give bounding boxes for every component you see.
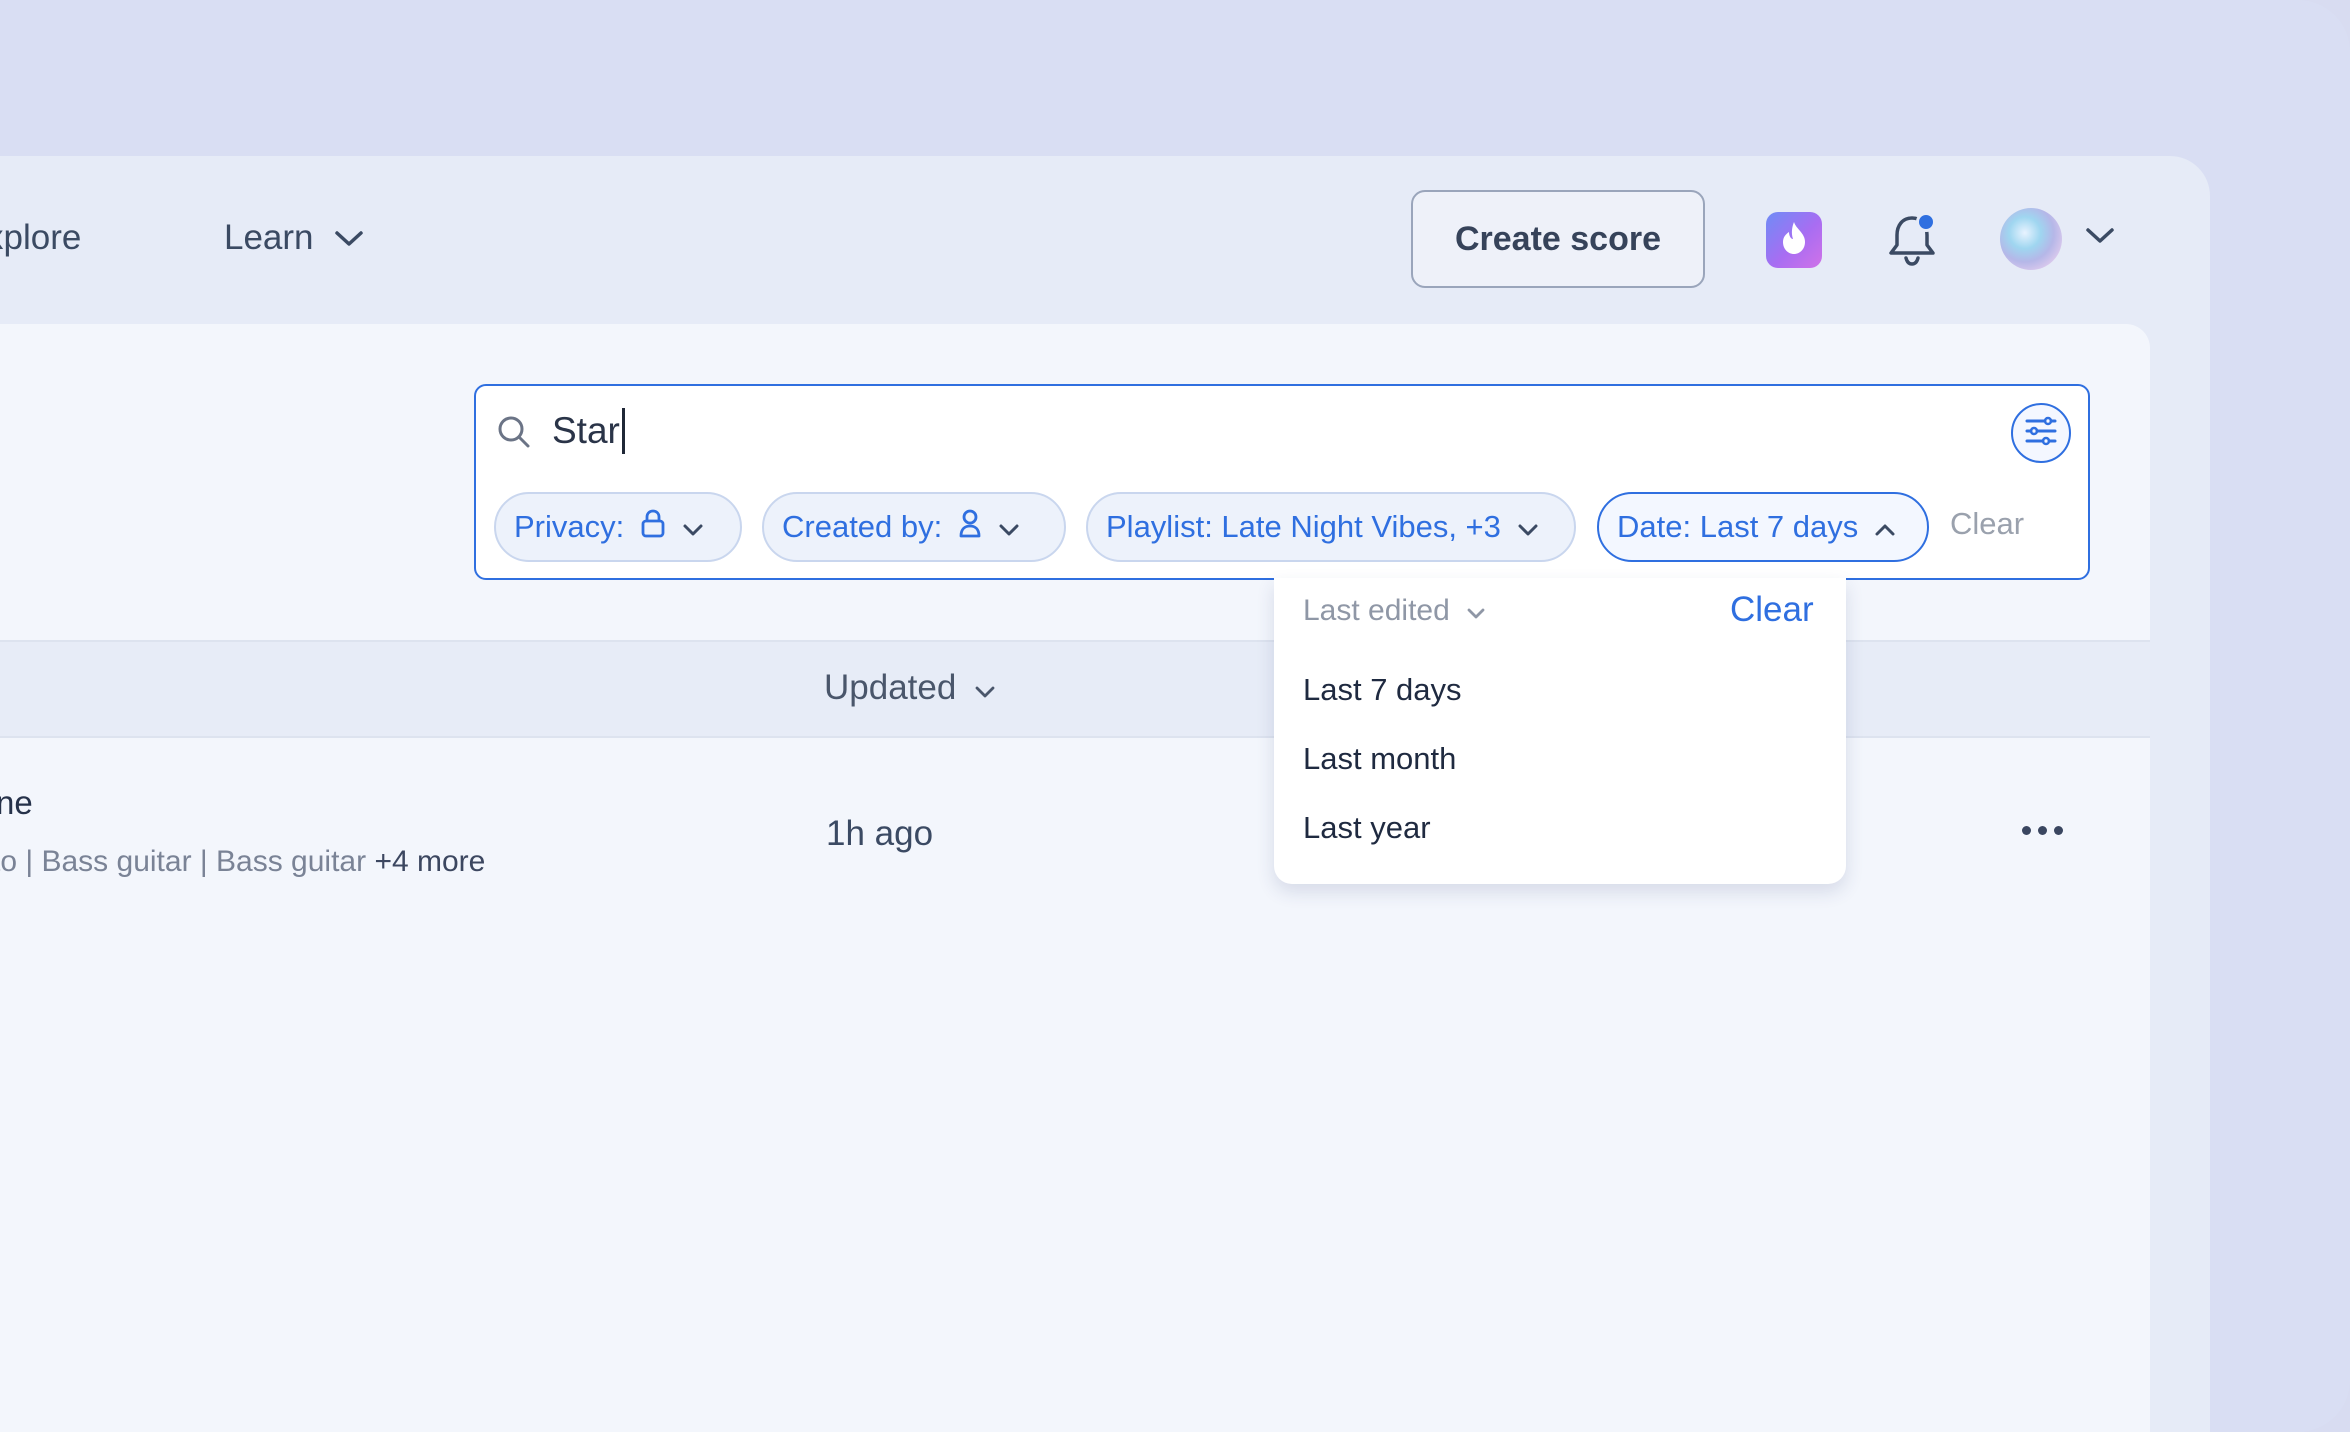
date-option-last-month[interactable]: Last month: [1303, 741, 1456, 777]
chevron-down-icon: [998, 509, 1020, 545]
filter-sliders-icon: [2024, 416, 2058, 451]
chevron-down-icon: [1466, 594, 1486, 628]
row-updated-time: 1h ago: [826, 814, 934, 853]
date-option-last-year[interactable]: Last year: [1303, 810, 1431, 846]
lock-icon: [640, 508, 666, 546]
notification-badge: [1916, 212, 1936, 232]
sort-chevron-down-icon: [974, 668, 996, 708]
row-instruments: to | Bass guitar | Bass guitar +4 more: [0, 845, 485, 879]
row-title[interactable]: ne: [0, 784, 33, 822]
playlist-filter-chip[interactable]: Playlist: Late Night Vibes, +3: [1086, 492, 1576, 562]
nav-learn-label: Learn: [224, 218, 314, 257]
row-more-instruments[interactable]: +4 more: [374, 845, 485, 878]
filter-settings-button[interactable]: [2011, 403, 2071, 463]
chevron-down-icon: [334, 218, 364, 258]
more-horizontal-icon[interactable]: [2022, 826, 2063, 835]
created-by-chip-label: Created by:: [782, 509, 943, 544]
account-chevron-down-icon[interactable]: [2085, 226, 2115, 251]
chevron-up-icon: [1874, 509, 1896, 545]
clear-filters-link[interactable]: Clear: [1950, 506, 2024, 542]
search-input-value: Star: [552, 410, 620, 451]
date-field-label: Last edited: [1303, 594, 1450, 627]
bell-icon: [1884, 216, 1940, 274]
flame-icon: [1779, 220, 1809, 261]
chevron-down-icon: [1517, 509, 1539, 545]
updated-column-header[interactable]: Updated: [824, 668, 996, 708]
date-option-last-7-days[interactable]: Last 7 days: [1303, 672, 1462, 708]
created-by-filter-chip[interactable]: Created by:: [762, 492, 1066, 562]
text-caret: [621, 408, 625, 454]
app-frame: xplore Learn Create score Star Priv: [0, 0, 2350, 1432]
privacy-chip-label: Privacy:: [514, 509, 625, 544]
search-icon: [496, 414, 532, 455]
nav-learn[interactable]: Learn: [224, 218, 364, 258]
playlist-chip-label: Playlist: Late Night Vibes, +3: [1106, 509, 1501, 544]
dropdown-clear-button[interactable]: Clear: [1730, 590, 1814, 630]
privacy-filter-chip[interactable]: Privacy:: [494, 492, 742, 562]
date-chip-label: Date: Last 7 days: [1617, 509, 1859, 544]
date-field-selector[interactable]: Last edited: [1303, 594, 1486, 628]
chevron-down-icon: [682, 509, 704, 545]
nav-explore[interactable]: xplore: [0, 218, 81, 258]
row-instruments-text: to | Bass guitar | Bass guitar: [0, 845, 367, 878]
create-score-button[interactable]: Create score: [1411, 190, 1705, 288]
person-icon: [958, 508, 982, 546]
flame-button[interactable]: [1766, 212, 1822, 268]
updated-header-label: Updated: [824, 668, 957, 707]
avatar[interactable]: [2000, 208, 2062, 270]
date-filter-chip[interactable]: Date: Last 7 days: [1597, 492, 1929, 562]
search-input[interactable]: Star: [552, 408, 625, 454]
nav-explore-label: xplore: [0, 218, 82, 257]
